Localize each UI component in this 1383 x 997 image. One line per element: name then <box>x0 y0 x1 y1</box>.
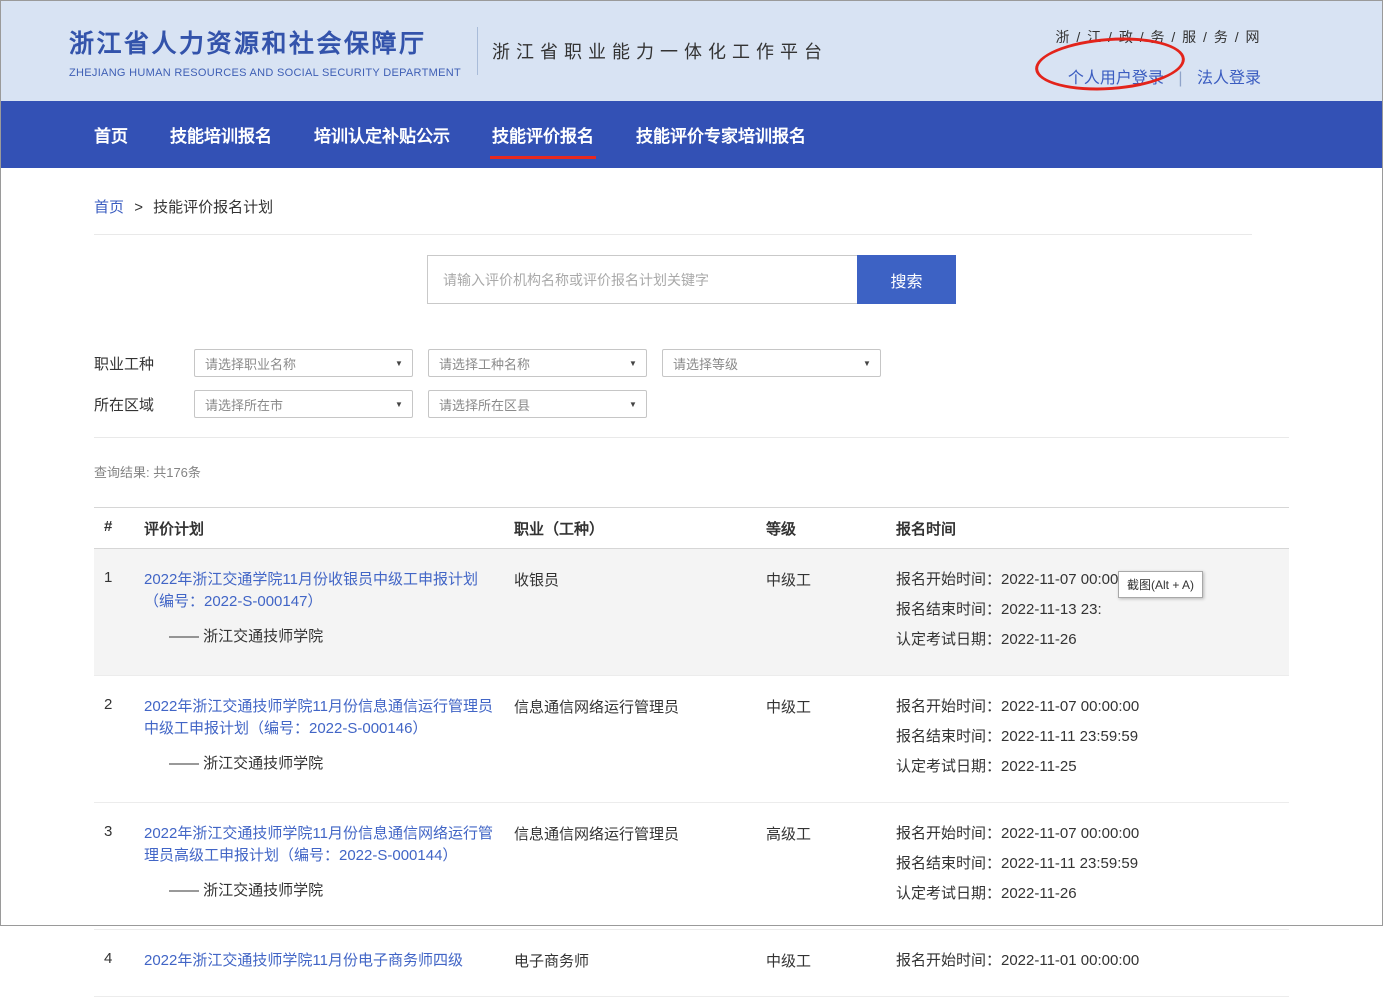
site-header: 浙江省人力资源和社会保障厅 ZHEJIANG HUMAN RESOURCES A… <box>1 1 1382 101</box>
nav-item-home[interactable]: 首页 <box>94 101 128 168</box>
header-right: 浙 / 江 / 政 / 务 / 服 / 务 / 网 个人用户登录 | 法人登录 <box>1055 27 1261 88</box>
logo-title: 浙江省人力资源和社会保障厅 <box>69 24 461 60</box>
header-level: 等级 <box>766 518 896 539</box>
plan-org: —— 浙江交通技师学院 <box>144 753 499 774</box>
table-row: 4 2022年浙江交通技师学院11月份电子商务师四级 电子商务师 中级工 报名开… <box>94 930 1289 997</box>
search-bar: 搜索 <box>1 255 1382 304</box>
occupation-cell: 收银员 <box>514 569 766 659</box>
time-start: 报名开始时间：2022-11-07 00:00:00 <box>896 696 1289 717</box>
occupation-filter-label: 职业工种 <box>94 353 194 374</box>
plan-cell: 2022年浙江交通学院11月份收银员中级工申报计划（编号：2022-S-0001… <box>144 569 514 659</box>
occupation-filter-row: 职业工种 请选择职业名称 ▼ 请选择工种名称 ▼ 请选择等级 ▼ <box>94 349 1289 377</box>
header-plan: 评价计划 <box>144 518 514 539</box>
time-start: 报名开始时间：2022-11-07 00:00:00 <box>896 569 1289 590</box>
region-filter-label: 所在区域 <box>94 394 194 415</box>
time-exam: 认定考试日期：2022-11-26 <box>896 883 1289 904</box>
plan-link[interactable]: 2022年浙江交通技师学院11月份信息通信运行管理员中级工申报计划（编号：202… <box>144 696 499 740</box>
nav-item-expert-training-signup[interactable]: 技能评价专家培训报名 <box>636 101 806 168</box>
breadcrumb-separator: > <box>134 199 143 216</box>
worktype-name-select-value: 请选择工种名称 <box>439 354 530 373</box>
level-cell: 中级工 <box>766 950 896 980</box>
nav-item-subsidy-publicity[interactable]: 培训认定补贴公示 <box>314 101 450 168</box>
time-cell: 报名开始时间：2022-11-07 00:00:00 报名结束时间：2022-1… <box>896 569 1289 659</box>
header-occupation: 职业（工种） <box>514 518 766 539</box>
logo: 浙江省人力资源和社会保障厅 ZHEJIANG HUMAN RESOURCES A… <box>69 24 461 79</box>
time-exam: 认定考试日期：2022-11-26 <box>896 629 1289 650</box>
plans-table: # 评价计划 职业（工种） 等级 报名时间 1 2022年浙江交通学院11月份收… <box>94 507 1289 997</box>
district-select-value: 请选择所在区县 <box>439 395 530 414</box>
level-select[interactable]: 请选择等级 ▼ <box>662 349 881 377</box>
login-separator: | <box>1178 70 1182 87</box>
plan-link[interactable]: 2022年浙江交通学院11月份收银员中级工申报计划（编号：2022-S-0001… <box>144 569 499 613</box>
level-cell: 中级工 <box>766 569 896 659</box>
chevron-down-icon: ▼ <box>386 400 412 409</box>
table-row: 2 2022年浙江交通技师学院11月份信息通信运行管理员中级工申报计划（编号：2… <box>94 676 1289 803</box>
chevron-down-icon: ▼ <box>854 359 880 368</box>
worktype-name-select[interactable]: 请选择工种名称 ▼ <box>428 349 647 377</box>
table-row: 3 2022年浙江交通技师学院11月份信息通信网络运行管理员高级工申报计划（编号… <box>94 803 1289 930</box>
occupation-cell: 信息通信网络运行管理员 <box>514 823 766 913</box>
city-select-value: 请选择所在市 <box>205 395 283 414</box>
city-select[interactable]: 请选择所在市 ▼ <box>194 390 413 418</box>
filters: 职业工种 请选择职业名称 ▼ 请选择工种名称 ▼ 请选择等级 ▼ 所在区域 请选… <box>94 349 1289 418</box>
screenshot-tooltip: 截图(Alt + A) <box>1118 571 1203 598</box>
plan-cell: 2022年浙江交通技师学院11月份信息通信网络运行管理员高级工申报计划（编号：2… <box>144 823 514 913</box>
chevron-down-icon: ▼ <box>620 400 646 409</box>
time-cell: 报名开始时间：2022-11-07 00:00:00 报名结束时间：2022-1… <box>896 696 1289 786</box>
legal-login-link[interactable]: 法人登录 <box>1197 70 1261 87</box>
time-end: 报名结束时间：2022-11-11 23:59:59 <box>896 726 1289 747</box>
search-button[interactable]: 搜索 <box>857 255 956 304</box>
time-cell: 报名开始时间：2022-11-01 00:00:00 <box>896 950 1289 980</box>
table-header: # 评价计划 职业（工种） 等级 报名时间 <box>94 508 1289 549</box>
level-cell: 中级工 <box>766 696 896 786</box>
row-index: 4 <box>94 950 144 980</box>
time-end: 报名结束时间：2022-11-13 23: <box>896 599 1289 620</box>
plan-org: —— 浙江交通技师学院 <box>144 880 499 901</box>
time-start: 报名开始时间：2022-11-07 00:00:00 <box>896 823 1289 844</box>
result-count: 查询结果: 共176条 <box>94 462 1289 481</box>
time-start: 报名开始时间：2022-11-01 00:00:00 <box>896 950 1289 971</box>
occupation-name-select-value: 请选择职业名称 <box>205 354 296 373</box>
logo-subtitle: ZHEJIANG HUMAN RESOURCES AND SOCIAL SECU… <box>69 67 461 79</box>
header-index: # <box>94 518 144 539</box>
header-divider <box>477 27 478 75</box>
header-time: 报名时间 <box>896 518 1289 539</box>
chevron-down-icon: ▼ <box>620 359 646 368</box>
search-input[interactable] <box>427 255 857 304</box>
time-exam: 认定考试日期：2022-11-25 <box>896 756 1289 777</box>
plan-link[interactable]: 2022年浙江交通技师学院11月份电子商务师四级 <box>144 950 499 972</box>
plan-org: —— 浙江交通技师学院 <box>144 626 499 647</box>
section-divider <box>94 437 1289 438</box>
plan-cell: 2022年浙江交通技师学院11月份电子商务师四级 <box>144 950 514 980</box>
row-index: 2 <box>94 696 144 786</box>
row-index: 1 <box>94 569 144 659</box>
region-filter-row: 所在区域 请选择所在市 ▼ 请选择所在区县 ▼ <box>94 390 1289 418</box>
occupation-cell: 信息通信网络运行管理员 <box>514 696 766 786</box>
nav-item-training-signup[interactable]: 技能培训报名 <box>170 101 272 168</box>
level-cell: 高级工 <box>766 823 896 913</box>
plan-cell: 2022年浙江交通技师学院11月份信息通信运行管理员中级工申报计划（编号：202… <box>144 696 514 786</box>
gov-service-net-label: 浙 / 江 / 政 / 务 / 服 / 务 / 网 <box>1055 27 1261 47</box>
row-index: 3 <box>94 823 144 913</box>
main-nav: 首页 技能培训报名 培训认定补贴公示 技能评价报名 技能评价专家培训报名 <box>1 101 1382 168</box>
platform-title: 浙江省职业能力一体化工作平台 <box>492 38 828 64</box>
personal-login-link[interactable]: 个人用户登录 <box>1068 70 1164 87</box>
breadcrumb: 首页 > 技能评价报名计划 <box>94 196 1252 235</box>
table-row: 1 2022年浙江交通学院11月份收银员中级工申报计划（编号：2022-S-00… <box>94 549 1289 676</box>
level-select-value: 请选择等级 <box>673 354 738 373</box>
occupation-cell: 电子商务师 <box>514 950 766 980</box>
occupation-name-select[interactable]: 请选择职业名称 ▼ <box>194 349 413 377</box>
chevron-down-icon: ▼ <box>386 359 412 368</box>
breadcrumb-home-link[interactable]: 首页 <box>94 199 124 216</box>
login-links: 个人用户登录 | 法人登录 <box>1055 64 1261 88</box>
nav-item-skill-evaluation-signup[interactable]: 技能评价报名 <box>492 101 594 168</box>
plan-link[interactable]: 2022年浙江交通技师学院11月份信息通信网络运行管理员高级工申报计划（编号：2… <box>144 823 499 867</box>
district-select[interactable]: 请选择所在区县 ▼ <box>428 390 647 418</box>
breadcrumb-current: 技能评价报名计划 <box>153 199 273 216</box>
time-cell: 报名开始时间：2022-11-07 00:00:00 报名结束时间：2022-1… <box>896 823 1289 913</box>
time-end: 报名结束时间：2022-11-11 23:59:59 <box>896 853 1289 874</box>
